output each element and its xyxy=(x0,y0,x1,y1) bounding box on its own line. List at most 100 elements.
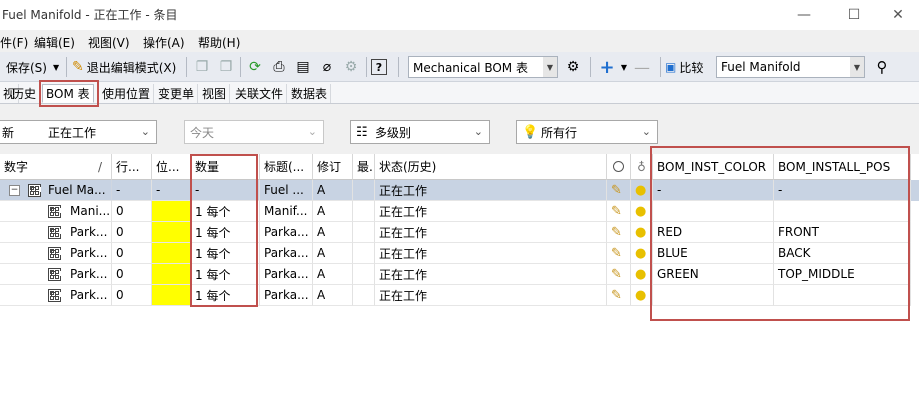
bulb-icon: ● xyxy=(631,222,653,243)
bom-install-pos-cell[interactable] xyxy=(774,201,911,222)
chevron-down-icon[interactable]: ⌄ xyxy=(474,125,483,138)
table-row[interactable]: Mani... 0 1 每个 Manif... A 正在工作 ✎ ● xyxy=(0,201,919,222)
column-header-revision[interactable]: 修订 xyxy=(313,154,353,180)
minimize-button[interactable]: — xyxy=(781,0,827,30)
add-dropdown-icon[interactable]: ▼ xyxy=(614,57,634,77)
tab-bom[interactable]: BOM 表 xyxy=(42,84,94,103)
column-header-row[interactable]: 行... xyxy=(112,154,152,180)
position-cell[interactable] xyxy=(152,285,191,306)
bom-install-pos-cell[interactable] xyxy=(774,285,911,306)
chevron-down-icon[interactable]: ▼ xyxy=(543,57,557,77)
column-header-bom-install-pos[interactable]: BOM_INSTALL_POS xyxy=(774,154,911,180)
find-binoculars-icon[interactable]: ⚲ xyxy=(872,57,892,77)
print-preview-icon[interactable]: ▤ xyxy=(293,57,313,77)
maximize-button[interactable]: ☐ xyxy=(831,0,877,30)
bom-settings-icon[interactable]: ⚙ xyxy=(563,57,583,77)
bom-install-pos-cell[interactable]: TOP_MIDDLE xyxy=(774,264,911,285)
row-cell: 0 xyxy=(112,264,152,285)
chevron-down-icon[interactable]: ⌄ xyxy=(642,125,651,138)
paste-icon[interactable]: ❐ xyxy=(216,57,236,77)
menu-file[interactable]: 件(F) xyxy=(0,34,28,51)
rows-filter-select[interactable]: 💡 所有行 ⌄ xyxy=(516,120,658,144)
position-cell[interactable] xyxy=(152,264,191,285)
toolbar-separator xyxy=(660,57,661,77)
column-header-bulb[interactable]: ♁ xyxy=(631,154,653,180)
bom-install-pos-cell[interactable]: BACK xyxy=(774,243,911,264)
properties-icon[interactable]: ⚙ xyxy=(341,57,361,77)
tab-related-files[interactable]: 关联文件 xyxy=(232,84,288,103)
pencil-icon[interactable]: ✎ xyxy=(607,243,631,264)
column-header-number[interactable]: 数字 / xyxy=(0,154,112,180)
collapse-icon[interactable]: − xyxy=(9,185,20,196)
attachment-icon[interactable]: ⌀ xyxy=(317,57,337,77)
column-header-state[interactable]: 状态(历史) xyxy=(375,154,607,180)
compare-target-select[interactable]: Fuel Manifold ▼ xyxy=(716,56,865,78)
table-row[interactable]: Park... 0 1 每个 Parka... A 正在工作 ✎ ● RED F… xyxy=(0,222,919,243)
tab-change-order[interactable]: 变更单 xyxy=(155,84,199,103)
table-row[interactable]: − Fuel Ma... - - - Fuel ... A 正在工作 ✎ ● -… xyxy=(0,180,919,201)
tab-views[interactable]: 视图 xyxy=(199,84,231,103)
quantity-cell[interactable]: 1 每个 xyxy=(191,285,260,306)
exit-edit-mode-button[interactable]: ✎ 退出编辑模式(X) xyxy=(72,57,176,77)
bom-inst-color-cell[interactable] xyxy=(653,285,774,306)
close-button[interactable]: ✕ xyxy=(877,0,919,30)
revision-cell: A xyxy=(313,243,353,264)
print-icon[interactable]: ⎙ xyxy=(269,57,289,77)
part-icon xyxy=(48,226,61,239)
refresh-icon[interactable]: ⟳ xyxy=(245,57,265,77)
tab-where-used[interactable]: 使用位置 xyxy=(99,84,155,103)
level-select[interactable]: ☷ 多级别 ⌄ xyxy=(350,120,490,144)
row-cell: 0 xyxy=(112,243,152,264)
menu-help[interactable]: 帮助(H) xyxy=(198,34,240,51)
quantity-cell[interactable]: 1 每个 xyxy=(191,201,260,222)
bom-install-pos-cell[interactable]: - xyxy=(774,180,911,201)
bom-inst-color-cell[interactable]: BLUE xyxy=(653,243,774,264)
save-dropdown-icon[interactable]: ▼ xyxy=(53,63,59,72)
bulb-icon: ● xyxy=(631,201,653,222)
title-cell: Parka... xyxy=(260,264,313,285)
revision-state-select[interactable]: 新 正在工作 ⌄ xyxy=(0,120,157,144)
pencil-icon[interactable]: ✎ xyxy=(607,285,631,306)
bom-install-pos-cell[interactable]: FRONT xyxy=(774,222,911,243)
bom-inst-color-cell[interactable] xyxy=(653,201,774,222)
menu-edit[interactable]: 编辑(E) xyxy=(34,34,75,51)
remove-icon[interactable]: — xyxy=(632,57,652,77)
pencil-icon[interactable]: ✎ xyxy=(607,180,631,201)
column-header-latest[interactable]: 最. xyxy=(353,154,375,180)
bom-inst-color-cell[interactable]: RED xyxy=(653,222,774,243)
latest-cell xyxy=(353,201,375,222)
position-cell[interactable] xyxy=(152,201,191,222)
table-row[interactable]: Park... 0 1 每个 Parka... A 正在工作 ✎ ● xyxy=(0,285,919,306)
compare-button[interactable]: ▣ 比较 xyxy=(665,57,703,77)
table-row[interactable]: Park... 0 1 每个 Parka... A 正在工作 ✎ ● BLUE … xyxy=(0,243,919,264)
quantity-cell[interactable]: 1 每个 xyxy=(191,222,260,243)
column-header-quantity[interactable]: 数量 xyxy=(191,154,260,180)
position-cell[interactable] xyxy=(152,222,191,243)
pencil-icon[interactable]: ✎ xyxy=(607,264,631,285)
column-label: 数字 xyxy=(4,160,29,174)
column-header-status-icon[interactable] xyxy=(607,154,631,180)
pencil-icon[interactable]: ✎ xyxy=(607,222,631,243)
latest-cell xyxy=(353,222,375,243)
bom-view-select[interactable]: Mechanical BOM 表 ▼ xyxy=(408,56,558,78)
pencil-icon[interactable]: ✎ xyxy=(607,201,631,222)
column-header-bom-inst-color[interactable]: BOM_INST_COLOR xyxy=(653,154,774,180)
sort-indicator-icon: / xyxy=(98,159,103,174)
column-header-title[interactable]: 标题(... xyxy=(260,154,313,180)
tab-datasheet[interactable]: 数据表 xyxy=(288,84,332,103)
menu-view[interactable]: 视图(V) xyxy=(88,34,130,51)
quantity-cell[interactable]: 1 每个 xyxy=(191,264,260,285)
chevron-down-icon[interactable]: ⌄ xyxy=(141,125,150,138)
position-cell[interactable] xyxy=(152,243,191,264)
chevron-down-icon[interactable]: ▼ xyxy=(850,57,864,77)
save-button[interactable]: 保存(S) ▼ xyxy=(6,57,59,77)
column-header-position[interactable]: 位... xyxy=(152,154,191,180)
copy-icon[interactable]: ❐ xyxy=(192,57,212,77)
quantity-cell[interactable]: 1 每个 xyxy=(191,243,260,264)
help-icon[interactable]: ? xyxy=(371,59,387,75)
menu-action[interactable]: 操作(A) xyxy=(143,34,185,51)
bom-inst-color-cell[interactable]: - xyxy=(653,180,774,201)
table-row[interactable]: Park... 0 1 每个 Parka... A 正在工作 ✎ ● GREEN… xyxy=(0,264,919,285)
tab-history[interactable]: 历史 xyxy=(9,84,41,103)
bom-inst-color-cell[interactable]: GREEN xyxy=(653,264,774,285)
